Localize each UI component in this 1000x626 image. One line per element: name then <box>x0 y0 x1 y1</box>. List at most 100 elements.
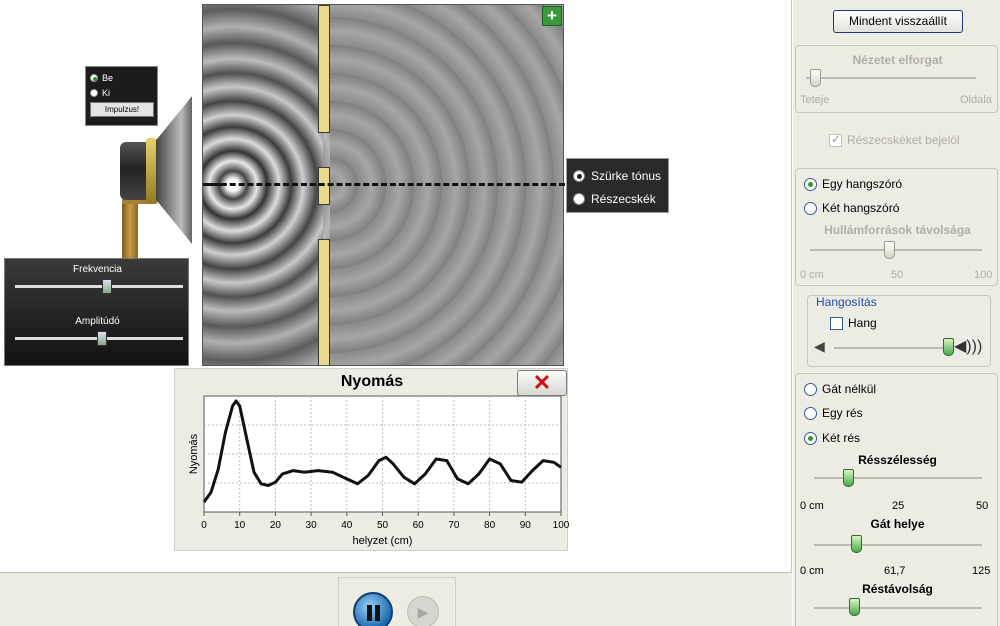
barrier-position-track[interactable] <box>814 544 982 546</box>
slit-width-tick-mid: 25 <box>892 500 905 512</box>
one-slit-option[interactable]: Egy rés <box>804 406 863 420</box>
radio-no-barrier-icon[interactable] <box>804 382 817 396</box>
slit-width-track[interactable] <box>814 477 982 479</box>
x-tick-label: 100 <box>553 520 569 531</box>
audio-title: Hangosítás <box>816 295 877 309</box>
zoom-in-icon[interactable]: + <box>542 6 562 26</box>
source-off-label: Ki <box>102 87 111 98</box>
x-tick-label: 60 <box>413 520 425 531</box>
measurement-line[interactable] <box>203 183 565 186</box>
one-speaker-option[interactable]: Egy hangszóró <box>804 177 902 191</box>
pressure-chart-panel: 0 10 20 30 40 50 60 70 80 90 100 helyzet (cm) Nyomás… <box>174 368 569 551</box>
no-barrier-label: Gát nélkül <box>822 382 877 396</box>
one-speaker-label: Egy hangszóró <box>822 177 903 191</box>
slit-width-thumb[interactable] <box>842 469 854 487</box>
position-tick-mid: 61,7 <box>884 565 906 577</box>
sound-checkbox[interactable] <box>830 316 843 330</box>
frequency-amplitude-panel: Frekvencia Amplitúdó <box>4 258 189 366</box>
no-barrier-option[interactable]: Gát nélkül <box>804 382 876 396</box>
measurement-line-start <box>204 183 224 186</box>
barrier-position-thumb[interactable] <box>851 535 862 553</box>
x-tick-label: 90 <box>520 520 532 531</box>
frequency-label: Frekvencia <box>73 264 122 275</box>
two-slits-option[interactable]: Két rés <box>804 431 860 445</box>
slit-width-title: Résszélesség <box>858 453 937 467</box>
frequency-slider-thumb[interactable] <box>102 279 113 294</box>
mark-particles-checkbox <box>829 132 842 147</box>
radio-one-slit-icon[interactable] <box>804 406 817 420</box>
distance-tick-max: 100 <box>974 269 993 281</box>
chart-title: Nyomás <box>340 373 404 390</box>
x-tick-label: 0 <box>201 520 207 531</box>
radio-grayscale-icon[interactable] <box>573 169 585 182</box>
source-off-option[interactable]: Ki <box>90 85 153 100</box>
rotate-view-title: Nézetet elforgat <box>852 53 943 67</box>
slit-separation-title: Réstávolság <box>862 582 933 596</box>
source-distance-title: Hullámforrások távolsága <box>824 223 971 237</box>
volume-thumb[interactable] <box>942 338 954 356</box>
source-on-option[interactable]: Be <box>90 70 153 85</box>
reset-all-button[interactable]: Mindent visszaállít <box>833 10 963 33</box>
volume-high-icon: ◀))) <box>954 338 983 355</box>
audio-box: Hangosítás Hang ◀ ◀))) <box>807 295 991 367</box>
two-speakers-label: Két hangszóró <box>822 201 900 215</box>
barrier-position-title: Gát helye <box>870 517 925 531</box>
barrier-middle <box>318 167 330 205</box>
x-tick-label: 30 <box>306 520 318 531</box>
sound-row[interactable]: Hang <box>830 316 877 330</box>
view-mode-panel: Szürke tónus Részecskék <box>566 158 669 213</box>
slit-separation-thumb[interactable] <box>849 598 861 616</box>
source-on-label: Be <box>102 72 114 83</box>
x-tick-label: 80 <box>484 520 496 531</box>
slit-width-tick-min: 0 cm <box>800 500 824 512</box>
x-tick-label: 40 <box>341 520 353 531</box>
y-axis-label: Nyomás <box>188 433 200 474</box>
x-tick-label: 20 <box>270 520 282 531</box>
source-distance-thumb <box>884 241 896 259</box>
slit-width-tick-max: 50 <box>976 500 989 512</box>
view-grayscale-label: Szürke tónus <box>591 168 662 183</box>
x-axis-label: helyzet (cm) <box>353 535 413 547</box>
mark-particles-row: Részecskéket bejelöl <box>829 132 960 147</box>
speaker-cone-icon <box>156 96 192 244</box>
source-distance-track <box>810 249 982 251</box>
radio-one-speaker-icon[interactable] <box>804 177 817 191</box>
simulation-stage: + Be Ki Impulzus! Frekvencia Amplitúdó S… <box>0 0 792 572</box>
one-slit-label: Egy rés <box>822 406 863 420</box>
position-tick-max: 125 <box>972 565 991 577</box>
position-tick-min: 0 cm <box>800 565 824 577</box>
pause-button[interactable] <box>353 592 393 626</box>
mark-particles-label: Részecskéket bejelöl <box>847 133 960 147</box>
impulse-button[interactable]: Impulzus! <box>90 102 154 117</box>
view-particles-label: Részecskék <box>591 191 656 206</box>
two-speakers-option[interactable]: Két hangszóró <box>804 201 899 215</box>
pressure-chart: 0 10 20 30 40 50 60 70 80 90 100 helyzet (cm) Nyomás <box>188 395 569 547</box>
close-chart-icon[interactable]: ✕ <box>517 370 567 396</box>
view-grayscale-option[interactable]: Szürke tónus <box>573 164 662 187</box>
barrier-top <box>318 5 330 133</box>
barrier-box: Gát nélkül Egy rés Két rés Résszélesség … <box>795 373 998 626</box>
x-tick-label: 50 <box>377 520 389 531</box>
amplitude-label: Amplitúdó <box>75 316 120 327</box>
radio-two-slits-icon[interactable] <box>804 431 817 445</box>
amplitude-slider-thumb[interactable] <box>97 331 108 346</box>
rotate-left-label: Teteje <box>800 94 830 106</box>
sound-label: Hang <box>848 316 877 330</box>
rotate-view-thumb <box>809 69 821 87</box>
radio-off-icon[interactable] <box>90 88 98 97</box>
radio-two-speakers-icon[interactable] <box>804 201 817 215</box>
volume-track[interactable] <box>834 347 950 349</box>
frequency-slider-track[interactable] <box>15 285 183 288</box>
radio-on-icon[interactable] <box>90 73 98 82</box>
two-slits-label: Két rés <box>822 431 861 445</box>
x-tick-label: 70 <box>448 520 460 531</box>
slit-separation-track[interactable] <box>814 607 982 609</box>
rotate-view-box: Nézetet elforgat Teteje Oldala <box>795 45 998 113</box>
volume-low-icon: ◀ <box>814 338 825 354</box>
distance-tick-mid: 50 <box>891 269 904 281</box>
x-tick-label: 10 <box>234 520 246 531</box>
step-button[interactable]: ▶ <box>407 596 439 626</box>
view-particles-option[interactable]: Részecskék <box>573 187 662 210</box>
rotate-right-label: Oldala <box>960 94 992 106</box>
radio-particles-icon[interactable] <box>573 192 585 205</box>
